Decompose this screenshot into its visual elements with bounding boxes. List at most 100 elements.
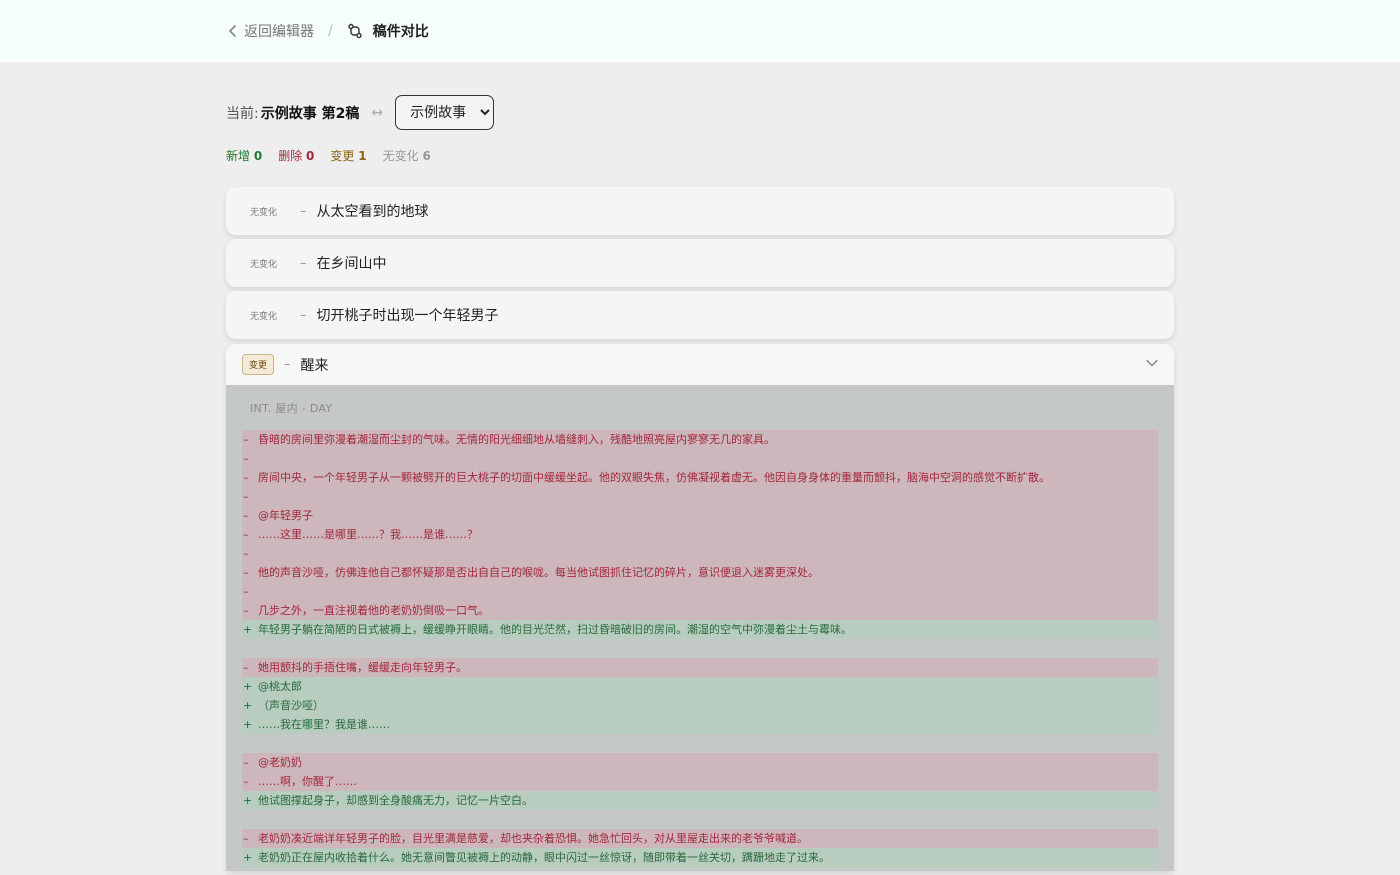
diff-text: ……这里……是哪里……？我……是谁……？ <box>258 528 478 541</box>
diff-line-deleted: – <box>242 582 1158 601</box>
diff-text: 老奶奶正在屋内收拾着什么。她无意间瞥见被褥上的动静，眼中闪过一丝惊讶，随即带着一… <box>258 851 830 864</box>
diff-marker: – <box>243 832 249 845</box>
changed-badge: 变更 <box>242 354 275 375</box>
current-draft-name: 示例故事 第2稿 <box>260 105 360 122</box>
diff-text: ……我在哪里？我是谁…… <box>258 718 390 731</box>
scene-title: 醒来 <box>300 357 329 374</box>
diff-gap <box>242 734 1158 753</box>
scene-title: 切开桃子时出现一个年轻男子 <box>316 308 499 324</box>
compare-icon <box>348 23 362 39</box>
diff-marker: – <box>243 604 249 617</box>
diff-text: 年轻男子躺在简陋的日式被褥上，缓缓睁开眼睛。他的目光茫然，扫过昏暗破旧的房间。潮… <box>258 623 852 636</box>
diff-marker: – <box>243 775 249 788</box>
diff-line-added: + （声音沙哑） <box>242 696 1158 715</box>
diff-text: 她用颤抖的手捂住嘴，缓缓走向年轻男子。 <box>258 661 467 674</box>
swap-arrows-icon: ↔ <box>371 104 384 121</box>
diff-marker: – <box>243 661 249 674</box>
diff-line-deleted: – 房间中央，一个年轻男子从一颗被劈开的巨大桃子的切面中缓缓坐起。他的双眼失焦，仿… <box>242 468 1158 487</box>
diff-text: @年轻男子 <box>258 509 313 522</box>
current-label: 当前: <box>226 105 259 122</box>
status-badge: 无变化 <box>250 207 278 218</box>
diff-marker: + <box>243 718 253 731</box>
diff-line-deleted: – <box>242 544 1158 563</box>
scene-row-unchanged[interactable]: 无变化 – 从太空看到的地球 <box>226 187 1174 235</box>
stat-deleted: 删除 0 <box>278 149 315 163</box>
diff-lines: – 昏暗的房间里弥漫着潮湿而尘封的气味。无情的阳光细细地从墙缝刺入，残酷地照亮屋内… <box>242 430 1158 867</box>
chevron-left-icon <box>229 25 236 37</box>
diff-line-deleted: – @老奶奶 <box>242 753 1158 772</box>
status-badge: 无变化 <box>250 311 278 322</box>
stat-added: 新增 0 <box>226 149 263 163</box>
diff-line-deleted: – @年轻男子 <box>242 506 1158 525</box>
diff-line-deleted: – 几步之外，一直注视着他的老奶奶倒吸一口气。 <box>242 601 1158 620</box>
diff-text: @桃太郎 <box>258 680 302 693</box>
page-title: 稿件对比 <box>347 21 429 41</box>
scene-title: 在乡间山中 <box>316 256 387 272</box>
stat-unchanged: 无变化 6 <box>382 149 431 163</box>
scene-dash: – <box>284 357 291 372</box>
diff-marker: – <box>243 509 249 522</box>
scene-row-unchanged[interactable]: 无变化 – 切开桃子时出现一个年轻男子 <box>226 291 1174 339</box>
diff-marker: + <box>243 699 253 712</box>
diff-marker: + <box>243 851 253 864</box>
diff-text: 房间中央，一个年轻男子从一颗被劈开的巨大桃子的切面中缓缓坐起。他的双眼失焦，仿佛… <box>258 471 1050 484</box>
status-badge: 无变化 <box>250 259 278 270</box>
page-title-text: 稿件对比 <box>372 24 429 40</box>
diff-marker: – <box>243 433 249 446</box>
diff-line-added: + ……我在哪里？我是谁…… <box>242 715 1158 734</box>
diff-marker: + <box>243 680 253 693</box>
breadcrumb-separator: / <box>328 23 333 39</box>
draft-select[interactable]: 示例故事 <box>395 95 495 130</box>
diff-line-deleted: – 老奶奶凑近端详年轻男子的脸，目光里满是慈爱，却也夹杂着恐惧。她急忙回头，对从里… <box>242 829 1158 848</box>
diff-line-deleted: – <box>242 449 1158 468</box>
diff-text: 老奶奶凑近端详年轻男子的脸，目光里满是慈爱，却也夹杂着恐惧。她急忙回头，对从里屋… <box>258 832 808 845</box>
diff-line-deleted: – ……这里……是哪里……？我……是谁……？ <box>242 525 1158 544</box>
chevron-down-icon[interactable] <box>1146 358 1158 368</box>
diff-text: 几步之外，一直注视着他的老奶奶倒吸一口气。 <box>258 604 489 617</box>
diff-marker: – <box>243 452 249 465</box>
diff-text: ……啊，你醒了…… <box>258 775 357 788</box>
diff-marker: – <box>243 756 249 769</box>
scene-dash: – <box>300 255 307 271</box>
diff-marker: – <box>243 585 249 598</box>
scene-row-changed: 变更 – 醒来 INT. 屋内 - DAY – 昏暗的房间里弥漫着潮湿而尘封的气味… <box>226 344 1174 871</box>
scene-title: 从太空看到的地球 <box>316 204 429 220</box>
diff-marker: + <box>243 794 253 807</box>
compare-selector-row: 当前: 示例故事 第2稿 ↔ 示例故事 <box>226 95 1174 130</box>
diff-text: 他的声音沙哑，仿佛连他自己都怀疑那是否出自自己的喉咙。每当他试图抓住记忆的碎片，… <box>258 566 819 579</box>
diff-line-deleted: – 昏暗的房间里弥漫着潮湿而尘封的气味。无情的阳光细细地从墙缝刺入，残酷地照亮屋内… <box>242 430 1158 449</box>
diff-marker: – <box>243 471 249 484</box>
diff-text: 昏暗的房间里弥漫着潮湿而尘封的气味。无情的阳光细细地从墙缝刺入，残酷地照亮屋内寥… <box>258 433 775 446</box>
diff-gap <box>242 639 1158 658</box>
diff-text: @老奶奶 <box>258 756 302 769</box>
diff-marker: – <box>243 566 249 579</box>
scene-row-unchanged[interactable]: 无变化 – 在乡间山中 <box>226 239 1174 287</box>
scene-dash: – <box>300 307 307 323</box>
diff-line-added: + 老奶奶正在屋内收拾着什么。她无意间瞥见被褥上的动静，眼中闪过一丝惊讶，随即带着… <box>242 848 1158 867</box>
diff-marker: – <box>243 547 249 560</box>
diff-marker: + <box>243 623 253 636</box>
diff-text: 他试图撑起身子，却感到全身酸痛无力，记忆一片空白。 <box>258 794 533 807</box>
top-bar: 返回编辑器 / 稿件对比 <box>0 0 1400 62</box>
diff-line-added: + 他试图撑起身子，却感到全身酸痛无力，记忆一片空白。 <box>242 791 1158 810</box>
diff-marker: – <box>243 490 249 503</box>
scene-dash: – <box>300 203 307 219</box>
diff-line-deleted: – ……啊，你醒了…… <box>242 772 1158 791</box>
diff-line-deleted: – 她用颤抖的手捂住嘴，缓缓走向年轻男子。 <box>242 658 1158 677</box>
back-to-editor-link[interactable]: 返回编辑器 <box>228 21 314 41</box>
diff-marker: – <box>243 528 249 541</box>
scene-heading: INT. 屋内 - DAY <box>250 402 333 415</box>
diff-line-deleted: – <box>242 487 1158 506</box>
diff-gap <box>242 810 1158 829</box>
back-label: 返回编辑器 <box>244 24 314 40</box>
diff-view: INT. 屋内 - DAY – 昏暗的房间里弥漫着潮湿而尘封的气味。无情的阳光细细… <box>226 385 1174 871</box>
stat-changed: 变更 1 <box>330 149 367 163</box>
scene-list: 无变化 – 从太空看到的地球 无变化 – 在乡间山中 无变化 – 切开桃子时出现… <box>226 187 1174 871</box>
diff-text: （声音沙哑） <box>258 699 324 712</box>
diff-line-added: + @桃太郎 <box>242 677 1158 696</box>
diff-line-added: + 年轻男子躺在简陋的日式被褥上，缓缓睁开眼睛。他的目光茫然，扫过昏暗破旧的房间。… <box>242 620 1158 639</box>
diff-line-deleted: – 他的声音沙哑，仿佛连他自己都怀疑那是否出自自己的喉咙。每当他试图抓住记忆的碎片… <box>242 563 1158 582</box>
changed-scene-header[interactable]: 变更 – 醒来 <box>226 344 1174 385</box>
diff-stats: 新增 0 删除 0 变更 1 无变化 6 <box>226 147 1174 164</box>
main-content: 当前: 示例故事 第2稿 ↔ 示例故事 新增 0 删除 0 变更 1 无变化 6… <box>226 62 1174 871</box>
